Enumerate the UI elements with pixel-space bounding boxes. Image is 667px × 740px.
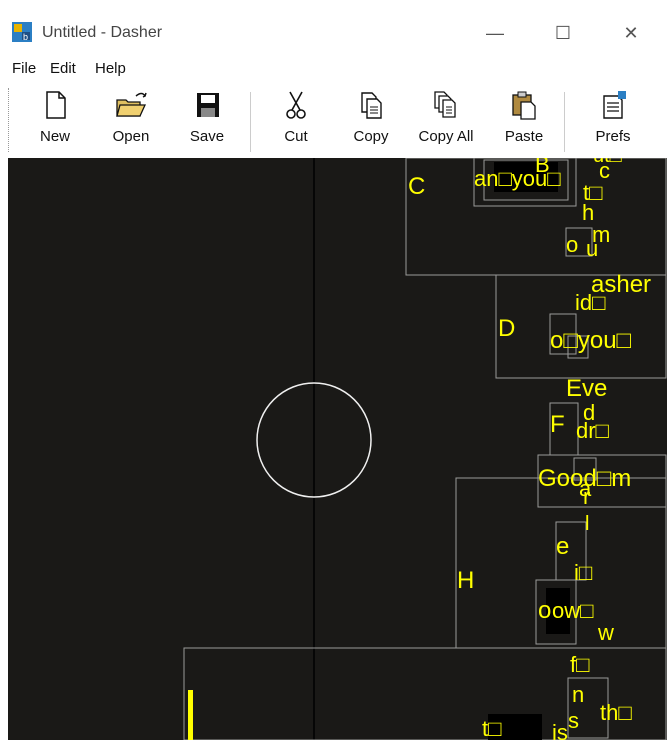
letter-label: e [556, 533, 569, 560]
save-label: Save [189, 128, 225, 145]
menu-help[interactable]: Help [95, 60, 126, 77]
letter-label: D [498, 315, 515, 342]
prefs-label: Prefs [595, 128, 631, 145]
title-bar: b Untitled - Dasher — ☐ ✕ [0, 0, 667, 58]
open-folder-icon [116, 92, 147, 117]
letter-label: n [572, 682, 584, 707]
paste-button[interactable]: Paste [494, 88, 554, 154]
letter-label: F [550, 411, 565, 438]
prefs-button[interactable]: Prefs [583, 88, 643, 154]
toolbar-separator [250, 92, 251, 152]
scissors-icon [286, 91, 306, 119]
cut-label: Cut [284, 128, 308, 145]
dasher-canvas[interactable]: C D F H an□you□ B ut□ c t□ h m o u asher… [8, 158, 667, 740]
letter-labels: C D F H an□you□ B ut□ c t□ h m o u asher… [408, 158, 651, 740]
letter-label: l [585, 513, 589, 535]
letter-label: a [579, 476, 592, 501]
save-disk-icon [197, 93, 219, 117]
svg-text:b: b [23, 32, 28, 42]
paste-label: Paste [504, 128, 544, 145]
letter-label: o□you□ [550, 327, 632, 354]
text-cursor-bar [188, 690, 193, 740]
letter-label: dr□ [576, 418, 609, 443]
copy-all-button[interactable]: Copy All [416, 88, 476, 154]
menu-edit[interactable]: Edit [50, 60, 76, 77]
new-button[interactable]: New [25, 88, 85, 154]
letter-label: H [457, 567, 474, 594]
copy-button[interactable]: Copy [341, 88, 401, 154]
letter-label: w [597, 620, 614, 645]
save-button[interactable]: Save [177, 88, 237, 154]
letter-label: id□ [575, 290, 605, 315]
open-label: Open [112, 128, 150, 145]
maximize-button[interactable]: ☐ [540, 18, 586, 48]
letter-label: f□ [570, 652, 589, 677]
cut-button[interactable]: Cut [266, 88, 326, 154]
letter-label: is [552, 720, 568, 740]
toolbar-separator [564, 92, 565, 152]
toolbar-grip[interactable] [8, 88, 11, 152]
letter-label: C [408, 173, 425, 200]
new-file-icon [46, 91, 66, 119]
minimize-button[interactable]: — [472, 18, 518, 48]
close-button[interactable]: ✕ [608, 18, 654, 48]
window-title: Untitled - Dasher [42, 24, 163, 41]
letter-label: o [566, 232, 578, 257]
letter-label: Eve [566, 375, 607, 402]
letter-label: i□ [574, 560, 592, 585]
menu-bar: File Edit Help [0, 58, 667, 82]
copy-all-icon [434, 91, 456, 118]
preferences-icon [603, 91, 626, 119]
letter-label: u [586, 236, 598, 261]
letter-label: ow□ [552, 598, 593, 623]
new-label: New [39, 128, 70, 145]
letter-label: o [538, 597, 551, 624]
letter-label: s [568, 708, 579, 733]
letter-label: t□ [482, 716, 501, 740]
letter-label: th□ [600, 700, 632, 725]
copy-label: Copy [353, 128, 389, 145]
copy-icon [361, 92, 382, 119]
toolbar: New Open Save Cut Copy Copy All Paste Pr… [0, 82, 667, 158]
letter-label: B [535, 158, 550, 177]
copy-all-label: Copy All [418, 128, 474, 145]
dasher-zoom-view: C D F H an□you□ B ut□ c t□ h m o u asher… [183, 158, 667, 740]
paste-icon [512, 91, 536, 120]
menu-file[interactable]: File [12, 60, 36, 77]
dasher-app-icon: b [12, 22, 32, 42]
open-button[interactable]: Open [101, 88, 161, 154]
